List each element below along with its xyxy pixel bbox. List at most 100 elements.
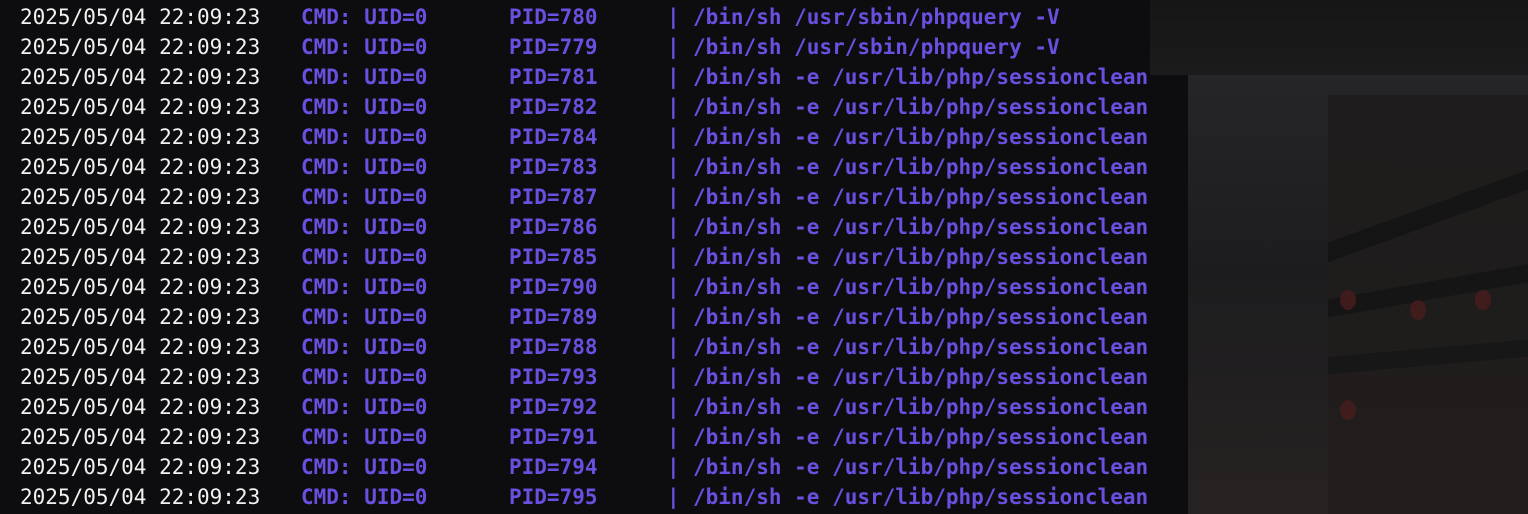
log-command: /bin/sh -e /usr/lib/php/sessionclean (693, 425, 1149, 449)
log-separator: | (667, 365, 680, 389)
log-timestamp: 2025/05/04 22:09:23 (20, 455, 261, 479)
lantern-decoration (1340, 400, 1356, 420)
log-separator: | (667, 245, 680, 269)
log-cmd-uid: CMD: UID=0 (301, 125, 428, 149)
log-separator: | (667, 95, 680, 119)
terminal-window[interactable]: 2025/05/04 22:09:23 CMD: UID=0 PID=780 | /bi… (0, 0, 1528, 514)
log-timestamp: 2025/05/04 22:09:23 (20, 335, 261, 359)
log-line: 2025/05/04 22:09:23 CMD: UID=0 PID=788 | /bi… (20, 332, 1148, 362)
log-cmd-uid: CMD: UID=0 (301, 455, 428, 479)
log-separator: | (667, 215, 680, 239)
log-cmd-uid: CMD: UID=0 (301, 485, 428, 509)
log-command: /bin/sh -e /usr/lib/php/sessionclean (693, 125, 1149, 149)
log-line: 2025/05/04 22:09:23 CMD: UID=0 PID=792 | /bi… (20, 392, 1148, 422)
log-command: /bin/sh /usr/sbin/phpquery -V (693, 35, 1060, 59)
log-line: 2025/05/04 22:09:23 CMD: UID=0 PID=782 | /bi… (20, 92, 1148, 122)
log-line: 2025/05/04 22:09:23 CMD: UID=0 PID=794 | /bi… (20, 452, 1148, 482)
log-timestamp: 2025/05/04 22:09:23 (20, 125, 261, 149)
background-building-image (1328, 95, 1528, 514)
log-line: 2025/05/04 22:09:23 CMD: UID=0 PID=779 | /bi… (20, 32, 1148, 62)
log-timestamp: 2025/05/04 22:09:23 (20, 215, 261, 239)
lantern-decoration (1340, 290, 1356, 310)
log-pid: PID=779 (509, 35, 598, 59)
log-separator: | (667, 5, 680, 29)
log-line: 2025/05/04 22:09:23 CMD: UID=0 PID=787 | /bi… (20, 182, 1148, 212)
log-command: /bin/sh -e /usr/lib/php/sessionclean (693, 335, 1149, 359)
log-timestamp: 2025/05/04 22:09:23 (20, 275, 261, 299)
log-cmd-uid: CMD: UID=0 (301, 365, 428, 389)
log-line: 2025/05/04 22:09:23 CMD: UID=0 PID=785 | /bi… (20, 242, 1148, 272)
log-separator: | (667, 425, 680, 449)
log-timestamp: 2025/05/04 22:09:23 (20, 35, 261, 59)
log-timestamp: 2025/05/04 22:09:23 (20, 395, 261, 419)
log-line: 2025/05/04 22:09:23 CMD: UID=0 PID=784 | /bi… (20, 122, 1148, 152)
log-timestamp: 2025/05/04 22:09:23 (20, 5, 261, 29)
log-timestamp: 2025/05/04 22:09:23 (20, 425, 261, 449)
log-cmd-uid: CMD: UID=0 (301, 245, 428, 269)
lantern-decoration (1410, 300, 1426, 320)
log-cmd-uid: CMD: UID=0 (301, 185, 428, 209)
log-timestamp: 2025/05/04 22:09:23 (20, 65, 261, 89)
log-command: /bin/sh -e /usr/lib/php/sessionclean (693, 305, 1149, 329)
log-cmd-uid: CMD: UID=0 (301, 155, 428, 179)
log-pid: PID=795 (509, 485, 598, 509)
log-pid: PID=791 (509, 425, 598, 449)
lantern-decoration (1475, 290, 1491, 310)
log-pid: PID=792 (509, 395, 598, 419)
background-overlay-top (1150, 0, 1528, 75)
log-cmd-uid: CMD: UID=0 (301, 5, 428, 29)
log-cmd-uid: CMD: UID=0 (301, 395, 428, 419)
log-separator: | (667, 155, 680, 179)
log-pid: PID=793 (509, 365, 598, 389)
log-command: /bin/sh -e /usr/lib/php/sessionclean (693, 155, 1149, 179)
log-separator: | (667, 305, 680, 329)
log-line: 2025/05/04 22:09:23 CMD: UID=0 PID=780 | /bi… (20, 2, 1148, 32)
log-command: /bin/sh -e /usr/lib/php/sessionclean (693, 455, 1149, 479)
log-line: 2025/05/04 22:09:23 CMD: UID=0 PID=791 | /bi… (20, 422, 1148, 452)
log-separator: | (667, 455, 680, 479)
log-cmd-uid: CMD: UID=0 (301, 425, 428, 449)
log-command: /bin/sh /usr/sbin/phpquery -V (693, 5, 1060, 29)
log-pid: PID=781 (509, 65, 598, 89)
log-line: 2025/05/04 22:09:23 CMD: UID=0 PID=793 | /bi… (20, 362, 1148, 392)
log-command: /bin/sh -e /usr/lib/php/sessionclean (693, 185, 1149, 209)
log-separator: | (667, 275, 680, 299)
log-pid: PID=788 (509, 335, 598, 359)
log-command: /bin/sh -e /usr/lib/php/sessionclean (693, 215, 1149, 239)
log-command: /bin/sh -e /usr/lib/php/sessionclean (693, 65, 1149, 89)
log-command: /bin/sh -e /usr/lib/php/sessionclean (693, 365, 1149, 389)
log-line: 2025/05/04 22:09:23 CMD: UID=0 PID=781 | /bi… (20, 62, 1148, 92)
log-cmd-uid: CMD: UID=0 (301, 275, 428, 299)
log-cmd-uid: CMD: UID=0 (301, 215, 428, 239)
log-pid: PID=794 (509, 455, 598, 479)
log-command: /bin/sh -e /usr/lib/php/sessionclean (693, 395, 1149, 419)
log-separator: | (667, 65, 680, 89)
terminal-output[interactable]: 2025/05/04 22:09:23 CMD: UID=0 PID=780 | /bi… (20, 2, 1148, 512)
log-pid: PID=790 (509, 275, 598, 299)
log-command: /bin/sh -e /usr/lib/php/sessionclean (693, 95, 1149, 119)
log-cmd-uid: CMD: UID=0 (301, 65, 428, 89)
log-timestamp: 2025/05/04 22:09:23 (20, 365, 261, 389)
log-command: /bin/sh -e /usr/lib/php/sessionclean (693, 245, 1149, 269)
log-timestamp: 2025/05/04 22:09:23 (20, 305, 261, 329)
log-line: 2025/05/04 22:09:23 CMD: UID=0 PID=795 | /bi… (20, 482, 1148, 512)
log-cmd-uid: CMD: UID=0 (301, 335, 428, 359)
log-separator: | (667, 125, 680, 149)
log-separator: | (667, 35, 680, 59)
log-timestamp: 2025/05/04 22:09:23 (20, 155, 261, 179)
log-pid: PID=784 (509, 125, 598, 149)
log-separator: | (667, 185, 680, 209)
log-line: 2025/05/04 22:09:23 CMD: UID=0 PID=783 | /bi… (20, 152, 1148, 182)
log-pid: PID=786 (509, 215, 598, 239)
log-line: 2025/05/04 22:09:23 CMD: UID=0 PID=790 | /bi… (20, 272, 1148, 302)
log-cmd-uid: CMD: UID=0 (301, 95, 428, 119)
log-separator: | (667, 395, 680, 419)
log-pid: PID=785 (509, 245, 598, 269)
log-timestamp: 2025/05/04 22:09:23 (20, 95, 261, 119)
log-pid: PID=780 (509, 5, 598, 29)
log-cmd-uid: CMD: UID=0 (301, 35, 428, 59)
log-separator: | (667, 335, 680, 359)
log-cmd-uid: CMD: UID=0 (301, 305, 428, 329)
log-timestamp: 2025/05/04 22:09:23 (20, 185, 261, 209)
log-command: /bin/sh -e /usr/lib/php/sessionclean (693, 275, 1149, 299)
